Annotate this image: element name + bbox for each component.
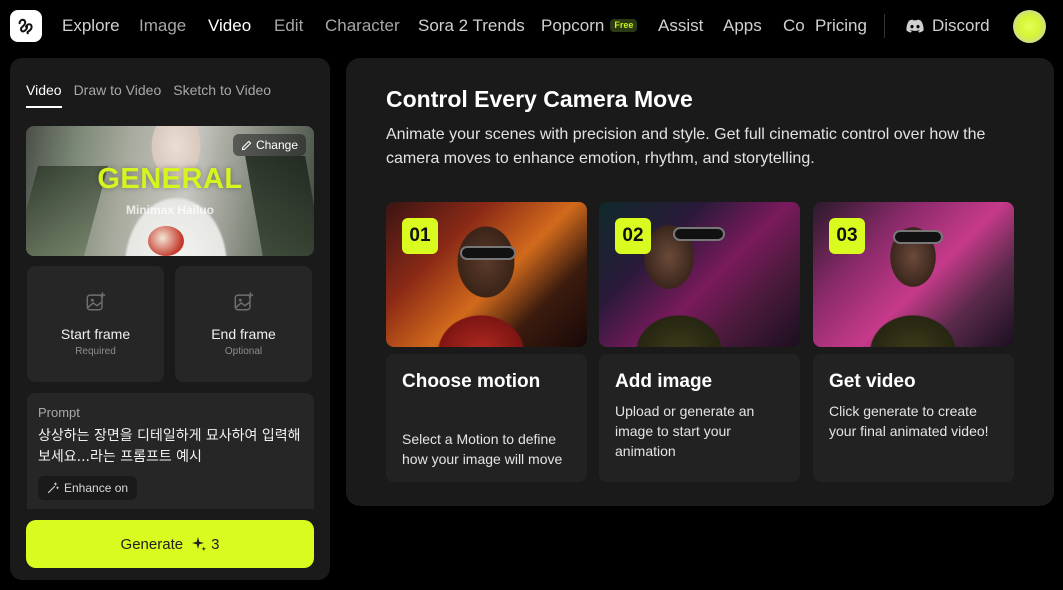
step-title: Get video [829,371,916,392]
step-text: Click generate to create your final anim… [829,403,989,439]
start-frame-label: Start frame [60,326,131,342]
step-image-3: 03 [813,202,1014,347]
top-navigation: Explore Image Video Edit Character Sora … [0,0,1063,52]
discord-link[interactable]: Discord [906,16,990,36]
step-card-3: 03 Get video Click generate to create yo… [813,202,1014,482]
nav-popcorn[interactable]: Popcorn Free [541,16,638,36]
change-model-button[interactable]: Change [232,134,306,156]
nav-popcorn-label: Popcorn [541,16,605,35]
step-card-1: 01 Choose motion Select a Motion to defi… [386,202,587,482]
app-logo[interactable] [10,10,42,42]
start-frame-sublabel: Required [75,346,116,357]
prompt-label: Prompt [38,405,80,420]
step-number: 02 [615,218,651,254]
nav-pricing[interactable]: Pricing [815,16,867,36]
discord-icon [906,19,924,33]
panel-description: Animate your scenes with precision and s… [386,126,986,167]
nav-assist[interactable]: Assist [658,16,703,36]
generator-panel: Video Draw to Video Sketch to Video GENE… [10,58,330,580]
camera-move-info-panel: Control Every Camera Move Animate your s… [346,58,1054,506]
generate-button[interactable]: Generate 3 [26,520,314,568]
step-text: Select a Motion to define how your image… [402,431,563,467]
sunglasses-shape [893,230,943,244]
image-add-icon [234,292,254,311]
nav-image[interactable]: Image [139,16,186,36]
panel-title: Control Every Camera Move [386,86,693,112]
end-frame-label: End frame [211,326,276,342]
sparkle-icon [192,537,207,551]
model-card-apple [148,226,184,256]
sunglasses-shape [673,227,725,241]
step-title: Choose motion [402,371,541,392]
step-text: Upload or generate an image to start you… [615,403,755,459]
discord-label: Discord [932,16,990,35]
step-body: Get video Click generate to create your … [813,354,1014,482]
step-title: Add image [615,371,713,392]
step-number: 03 [829,218,865,254]
step-image-1: 01 [386,202,587,347]
prompt-text[interactable]: 상상하는 장면을 디테일하게 묘사하여 입력해보세요...라는 프롬프트 예시 [38,426,306,468]
image-add-icon [86,292,106,311]
nav-co[interactable]: Co [783,16,805,36]
start-frame-upload[interactable]: Start frame Required [27,266,164,382]
tab-sketch-to-video[interactable]: Sketch to Video [173,82,271,108]
mode-tabs: Video Draw to Video Sketch to Video [26,82,271,108]
model-subtitle: Minimax Hailuo [125,203,214,217]
tab-video[interactable]: Video [26,82,62,108]
nav-explore[interactable]: Explore [62,16,120,36]
nav-video[interactable]: Video [208,16,251,36]
tab-draw-to-video[interactable]: Draw to Video [74,82,162,108]
model-title: GENERAL [97,163,243,195]
nav-character[interactable]: Character [325,16,400,36]
nav-edit[interactable]: Edit [274,16,303,36]
enhance-label: Enhance on [64,481,129,495]
end-frame-sublabel: Optional [224,346,263,357]
step-card-2: 02 Add image Upload or generate an image… [599,202,800,482]
nav-apps[interactable]: Apps [723,16,762,36]
step-image-2: 02 [599,202,800,347]
enhance-toggle[interactable]: Enhance on [38,476,138,500]
step-body: Choose motion Select a Motion to define … [386,354,587,482]
magic-wand-icon [47,482,59,494]
free-badge: Free [610,19,638,32]
pencil-icon [241,140,252,150]
model-card[interactable]: GENERAL Minimax Hailuo Change [26,126,314,256]
nav-divider [884,14,885,38]
step-number: 01 [402,218,438,254]
step-body: Add image Upload or generate an image to… [599,354,800,482]
logo-icon [18,18,33,35]
end-frame-upload[interactable]: End frame Optional [175,266,312,382]
user-avatar[interactable] [1013,10,1046,43]
generate-cost: 3 [211,535,220,553]
change-label: Change [255,138,298,152]
sunglasses-shape [460,246,516,260]
prompt-input[interactable]: Prompt 상상하는 장면을 디테일하게 묘사하여 입력해보세요...라는 프… [27,393,314,509]
generate-label: Generate [120,535,184,553]
nav-sora-trends[interactable]: Sora 2 Trends [418,16,525,36]
